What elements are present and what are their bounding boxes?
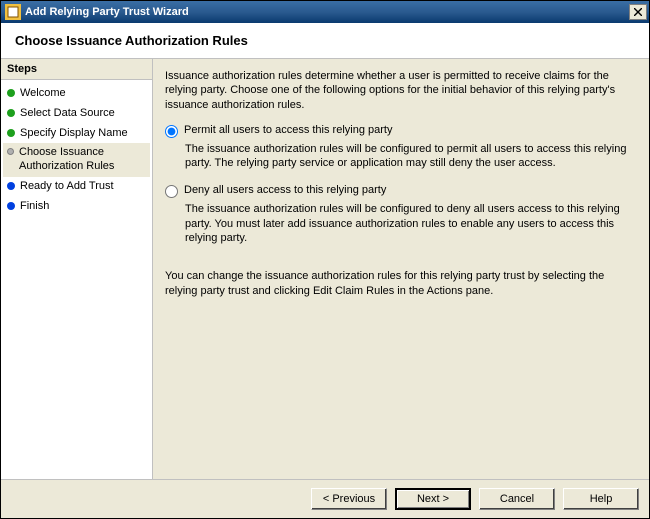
wizard-header: Choose Issuance Authorization Rules: [1, 23, 649, 59]
bullet-icon: [7, 89, 15, 97]
cancel-button[interactable]: Cancel: [479, 488, 555, 510]
steps-panel: Steps Welcome Select Data Source Specify…: [1, 59, 153, 479]
steps-header: Steps: [1, 59, 152, 80]
step-label: Select Data Source: [20, 107, 146, 121]
radio-permit-all[interactable]: [165, 125, 178, 138]
step-select-data-source[interactable]: Select Data Source: [3, 104, 150, 124]
bullet-icon: [7, 148, 14, 155]
titlebar: Add Relying Party Trust Wizard: [1, 1, 649, 23]
option-permit-label: Permit all users to access this relying …: [184, 124, 392, 136]
page-title: Choose Issuance Authorization Rules: [15, 33, 635, 48]
bullet-icon: [7, 129, 15, 137]
content-panel: Issuance authorization rules determine w…: [153, 59, 649, 479]
main-area: Steps Welcome Select Data Source Specify…: [1, 59, 649, 479]
app-icon: [5, 4, 21, 20]
radio-deny-all[interactable]: [165, 185, 178, 198]
button-bar: < Previous Next > Cancel Help: [1, 479, 649, 518]
close-button[interactable]: [629, 4, 647, 20]
step-label: Choose Issuance Authorization Rules: [19, 146, 146, 174]
step-label: Specify Display Name: [20, 127, 146, 141]
previous-button[interactable]: < Previous: [311, 488, 387, 510]
step-label: Welcome: [20, 87, 146, 101]
next-button[interactable]: Next >: [395, 488, 471, 510]
step-label: Ready to Add Trust: [20, 180, 146, 194]
bullet-icon: [7, 182, 15, 190]
option-deny-row: Deny all users access to this relying pa…: [165, 184, 637, 198]
step-welcome[interactable]: Welcome: [3, 84, 150, 104]
option-permit-desc: The issuance authorization rules will be…: [185, 142, 637, 171]
footer-note: You can change the issuance authorizatio…: [165, 269, 637, 298]
window-title: Add Relying Party Trust Wizard: [25, 6, 629, 18]
step-specify-display-name[interactable]: Specify Display Name: [3, 124, 150, 144]
option-deny-desc: The issuance authorization rules will be…: [185, 202, 637, 245]
option-permit-row: Permit all users to access this relying …: [165, 124, 637, 138]
help-button[interactable]: Help: [563, 488, 639, 510]
step-ready-to-add-trust[interactable]: Ready to Add Trust: [3, 177, 150, 197]
option-deny-label: Deny all users access to this relying pa…: [184, 184, 386, 196]
steps-list: Welcome Select Data Source Specify Displ…: [1, 80, 152, 220]
bullet-icon: [7, 109, 15, 117]
step-label: Finish: [20, 200, 146, 214]
step-finish[interactable]: Finish: [3, 197, 150, 217]
bullet-icon: [7, 202, 15, 210]
step-choose-issuance-auth-rules[interactable]: Choose Issuance Authorization Rules: [3, 143, 150, 177]
intro-text: Issuance authorization rules determine w…: [165, 69, 637, 112]
